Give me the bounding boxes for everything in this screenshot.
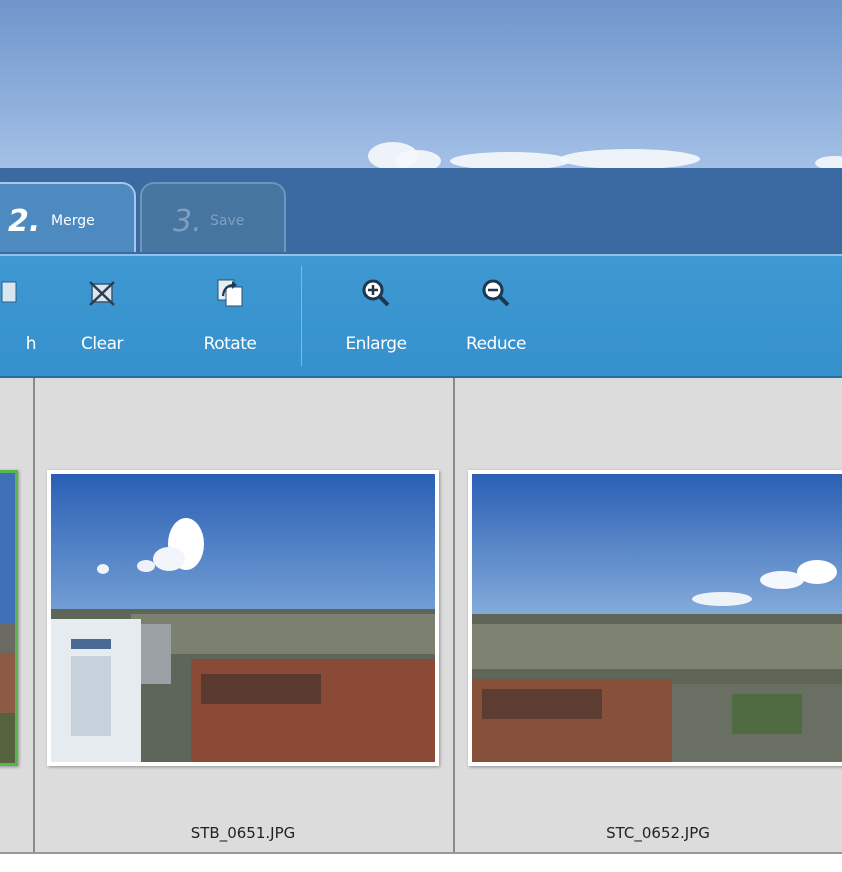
clear-label: Clear	[81, 334, 123, 354]
sky-banner	[0, 0, 842, 168]
column-divider-2	[453, 378, 455, 854]
clear-button[interactable]: Clear	[62, 256, 142, 376]
image-filename-3: STC_0652.JPG	[606, 824, 710, 842]
toolbar: h Clear Rotate Enlarge Reduce	[0, 254, 842, 378]
tab-save-number: 3.	[173, 204, 202, 239]
enlarge-button[interactable]: Enlarge	[332, 256, 420, 376]
reduce-button[interactable]: Reduce	[452, 256, 540, 376]
toolbar-separator	[301, 266, 302, 366]
tab-save-label: Save	[210, 213, 245, 229]
tab-save[interactable]: 3. Save	[140, 182, 286, 252]
column-divider-1	[33, 378, 35, 854]
partial-tool-icon	[0, 278, 18, 308]
reduce-label: Reduce	[466, 334, 526, 354]
tab-merge-number: 2.	[8, 204, 41, 239]
image-thumbnail-3	[472, 474, 842, 762]
tab-merge-label: Merge	[51, 213, 95, 229]
step-tab-bar: 2. Merge 3. Save	[0, 168, 842, 254]
zoom-out-icon	[481, 278, 511, 308]
strip-bottom-border	[0, 852, 842, 854]
partial-tool-label: h	[25, 334, 37, 354]
image-thumbnail-2	[51, 474, 435, 762]
enlarge-label: Enlarge	[345, 334, 407, 354]
image-slot-2[interactable]	[47, 470, 439, 766]
zoom-in-icon	[361, 278, 391, 308]
image-filename-2: STB_0651.JPG	[190, 824, 296, 842]
partial-tool-button[interactable]: h	[0, 256, 37, 376]
clear-x-icon	[87, 278, 117, 308]
image-strip: STB_0651.JPG STC_0652.JPG	[0, 378, 842, 854]
image-slot-1-selected[interactable]	[0, 470, 18, 766]
image-thumbnail-1	[0, 473, 15, 763]
rotate-label: Rotate	[203, 334, 257, 354]
rotate-icon	[215, 278, 245, 308]
rotate-button[interactable]: Rotate	[185, 256, 275, 376]
tab-merge[interactable]: 2. Merge	[0, 182, 136, 252]
image-slot-3[interactable]	[468, 470, 842, 766]
